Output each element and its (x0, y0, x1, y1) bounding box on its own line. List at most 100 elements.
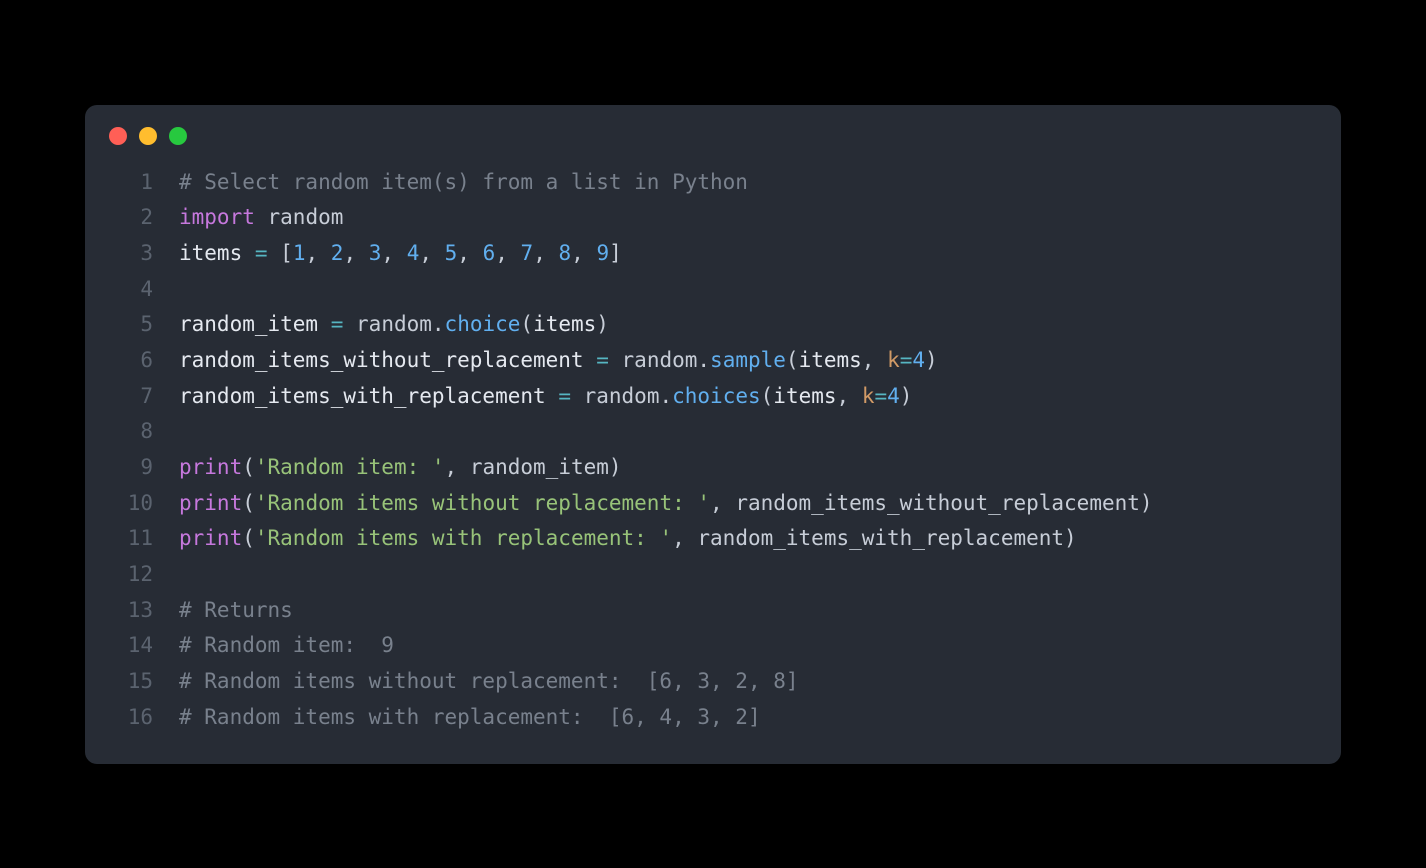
line-number: 9 (109, 450, 153, 486)
code-line[interactable]: 14 # Random item: 9 (109, 628, 1317, 664)
token-code: , (381, 241, 406, 265)
token-num: 7 (521, 241, 534, 265)
token-op: = (900, 348, 913, 372)
token-code (255, 205, 268, 229)
code-line[interactable]: 16# Random items with replacement: [6, 4… (109, 700, 1317, 736)
code-content[interactable]: items = [1, 2, 3, 4, 5, 6, 7, 8, 9] (179, 236, 622, 272)
token-op: = (558, 384, 571, 408)
code-content[interactable]: # Random items with replacement: [6, 4, … (179, 700, 761, 736)
code-line[interactable]: 7 random_items_with_replacement = random.… (109, 379, 1317, 415)
line-number: 7 (109, 379, 153, 415)
token-code: , (419, 241, 444, 265)
token-paren: ) (1064, 526, 1077, 550)
code-line[interactable]: 2 import random (109, 200, 1317, 236)
token-num: 8 (559, 241, 572, 265)
token-num: 9 (596, 241, 609, 265)
token-builtin: print (179, 526, 242, 550)
token-code: , (457, 241, 482, 265)
window-titlebar (85, 127, 1341, 165)
token-var: items (179, 241, 242, 265)
token-code: , random_item (445, 455, 609, 479)
token-paren: ) (596, 312, 609, 336)
code-content[interactable]: random_items_with_replacement = random.c… (179, 379, 912, 415)
token-code: , (571, 241, 596, 265)
token-code: , (862, 348, 887, 372)
line-number: 12 (109, 557, 153, 593)
code-line[interactable]: 3items = [1, 2, 3, 4, 5, 6, 7, 8, 9] (109, 236, 1317, 272)
token-var: items (533, 312, 596, 336)
code-content[interactable]: # Random item: 9 (179, 628, 394, 664)
token-code: , random_items_with_replacement (672, 526, 1064, 550)
code-line[interactable]: 11 print('Random items with replacement: … (109, 521, 1317, 557)
token-var: random_items_with_replacement (179, 384, 546, 408)
token-var: random_items_without_replacement (179, 348, 584, 372)
token-karg: k (887, 348, 900, 372)
token-kw: import (179, 205, 255, 229)
token-num: 5 (445, 241, 458, 265)
code-line[interactable]: 13# Returns (109, 593, 1317, 629)
code-line[interactable]: 15 # Random items without replacement: [6… (109, 664, 1317, 700)
token-paren: ( (242, 526, 255, 550)
code-content[interactable]: print('Random item: ', random_item) (179, 450, 622, 486)
line-number: 15 (109, 664, 153, 700)
line-number: 10 (109, 486, 153, 522)
code-line[interactable]: 5random_item = random.choice(items) (109, 307, 1317, 343)
zoom-icon[interactable] (169, 127, 187, 145)
code-content[interactable]: random_item = random.choice(items) (179, 307, 609, 343)
line-number: 3 (109, 236, 153, 272)
code-content[interactable]: print('Random items without replacement:… (179, 486, 1153, 522)
code-content[interactable]: random_items_without_replacement = rando… (179, 343, 938, 379)
token-paren: ) (1140, 491, 1153, 515)
token-code: random. (609, 348, 710, 372)
token-code: , (837, 384, 862, 408)
code-content[interactable]: # Returns (179, 593, 293, 629)
line-number: 2 (109, 200, 153, 236)
token-lib: random (268, 205, 344, 229)
code-window: 1 # Select random item(s) from a list in … (85, 105, 1341, 764)
token-cmt: # Random items with replacement: [6, 4, … (179, 705, 761, 729)
line-number: 14 (109, 628, 153, 664)
token-builtin: print (179, 491, 242, 515)
token-paren: ) (900, 384, 913, 408)
code-editor[interactable]: 1 # Select random item(s) from a list in … (85, 165, 1341, 736)
token-cmt: # Random item: 9 (179, 633, 394, 657)
code-line[interactable]: 10 print('Random items without replacemen… (109, 486, 1317, 522)
token-code (242, 241, 255, 265)
token-paren: ( (242, 455, 255, 479)
token-cmt: # Random items without replacement: [6, … (179, 669, 799, 693)
token-code: random. (571, 384, 672, 408)
code-content[interactable]: # Random items without replacement: [6, … (179, 664, 799, 700)
token-num: 1 (293, 241, 306, 265)
code-line[interactable]: 9 print('Random item: ', random_item) (109, 450, 1317, 486)
line-number: 11 (109, 521, 153, 557)
token-karg: k (862, 384, 875, 408)
token-num: 3 (369, 241, 382, 265)
token-op: = (596, 348, 609, 372)
code-content[interactable]: import random (179, 200, 343, 236)
code-line[interactable]: 12 (109, 557, 1317, 593)
token-code: , random_items_without_replacement (710, 491, 1140, 515)
line-number: 6 (109, 343, 153, 379)
token-code: , (305, 241, 330, 265)
code-line[interactable]: 8 (109, 414, 1317, 450)
token-code (584, 348, 597, 372)
code-line[interactable]: 4 (109, 272, 1317, 308)
token-var: items (799, 348, 862, 372)
token-paren: ( (761, 384, 774, 408)
token-num: 2 (331, 241, 344, 265)
code-line[interactable]: 1 # Select random item(s) from a list in … (109, 165, 1317, 201)
token-paren: ) (925, 348, 938, 372)
close-icon[interactable] (109, 127, 127, 145)
token-str: 'Random items with replacement: ' (255, 526, 672, 550)
code-content[interactable]: print('Random items with replacement: ',… (179, 521, 1077, 557)
code-content[interactable]: # Select random item(s) from a list in P… (179, 165, 748, 201)
token-str: 'Random items without replacement: ' (255, 491, 710, 515)
token-fn: sample (710, 348, 786, 372)
token-cmt: # Select random item(s) from a list in P… (179, 170, 748, 194)
token-paren: ) (609, 455, 622, 479)
line-number: 1 (109, 165, 153, 201)
token-num: 4 (912, 348, 925, 372)
code-line[interactable]: 6 random_items_without_replacement = rand… (109, 343, 1317, 379)
minimize-icon[interactable] (139, 127, 157, 145)
token-op: = (331, 312, 344, 336)
